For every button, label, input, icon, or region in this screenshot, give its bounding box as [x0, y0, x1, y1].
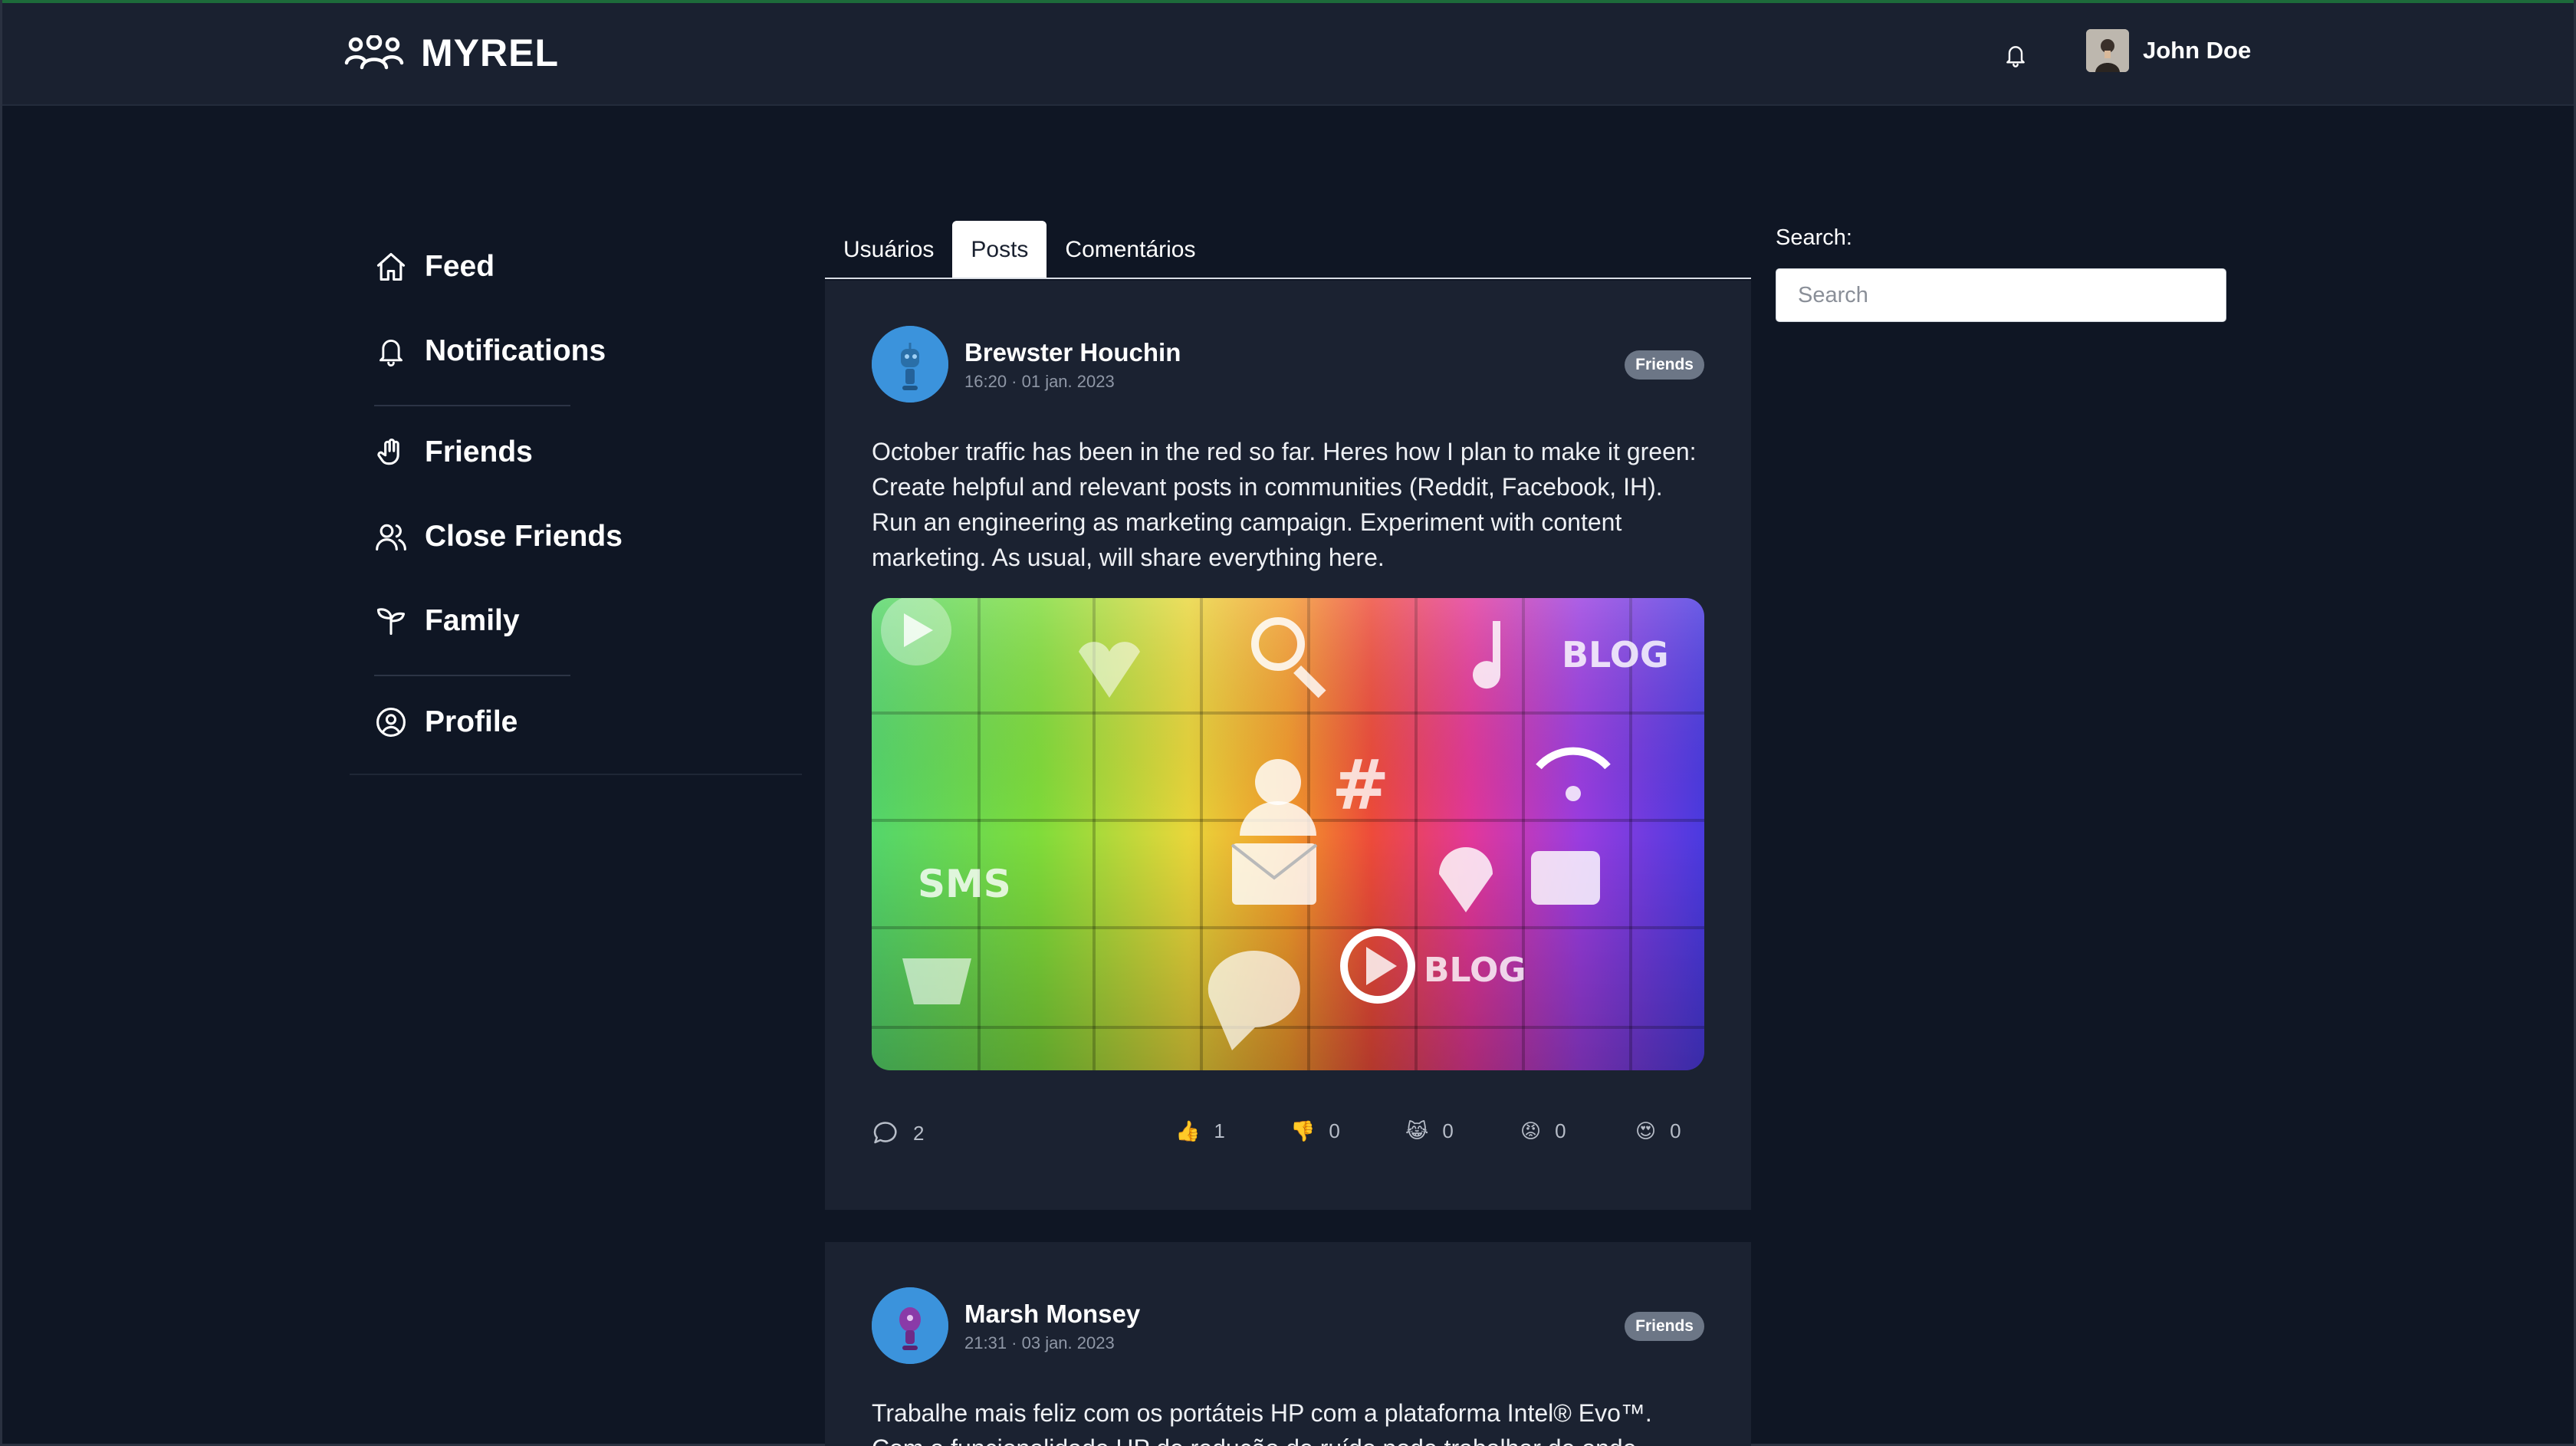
people-group-icon	[344, 35, 404, 70]
sidebar-divider	[374, 405, 570, 406]
window-frame-left	[0, 0, 2, 1446]
reaction-angry[interactable]: 😡 0	[1520, 1119, 1566, 1143]
post-author[interactable]: Brewster Houchin	[964, 338, 1181, 367]
user-menu[interactable]: John Doe	[2086, 29, 2251, 72]
top-header: MYREL John Doe	[2, 3, 2574, 106]
sidebar-item-label: Close Friends	[425, 520, 623, 553]
sprout-icon	[376, 608, 406, 636]
sidebar-divider	[374, 675, 570, 676]
user-name: John Doe	[2143, 37, 2252, 64]
sidebar-item-friends[interactable]: Friends	[374, 435, 533, 469]
reaction-like[interactable]: 👍 1	[1175, 1119, 1225, 1143]
sidebar-item-family[interactable]: Family	[374, 604, 520, 638]
reaction-count: 0	[1442, 1119, 1454, 1142]
svg-text:SMS: SMS	[918, 862, 1011, 906]
status-badge: Friends	[1625, 350, 1704, 380]
users-icon	[376, 524, 406, 551]
comment-bubble-icon	[873, 1122, 897, 1144]
tab-comentarios[interactable]: Comentários	[1046, 221, 1214, 278]
avatar	[2086, 29, 2129, 72]
thumbs-up-icon: 👍	[1175, 1119, 1201, 1142]
sidebar-item-notifications[interactable]: Notifications	[374, 334, 606, 368]
status-badge: Friends	[1625, 1312, 1704, 1341]
bell-icon	[380, 340, 402, 366]
app-name: MYREL	[421, 31, 559, 74]
sidebar-item-label: Notifications	[425, 334, 606, 367]
tab-usuarios[interactable]: Usuários	[825, 221, 952, 278]
sidebar-item-profile[interactable]: Profile	[374, 705, 518, 739]
post-text: Trabalhe mais feliz com os portáteis HP …	[872, 1399, 1652, 1446]
post-card: Brewster Houchin 16:20 · 01 jan. 2023 Fr…	[825, 281, 1751, 1210]
post-date: 16:20 · 01 jan. 2023	[964, 372, 1115, 391]
search-label: Search:	[1776, 225, 1852, 250]
reaction-count: 0	[1555, 1119, 1566, 1142]
post-card: Marsh Monsey 21:31 · 03 jan. 2023 Friend…	[825, 1242, 1751, 1446]
bell-icon	[2006, 46, 2025, 67]
sidebar-item-label: Friends	[425, 435, 533, 468]
reaction-count: 0	[1329, 1119, 1340, 1142]
sidebar-item-feed[interactable]: Feed	[374, 250, 495, 284]
reaction-laugh[interactable]: 😹 0	[1405, 1119, 1454, 1143]
sidebar-item-label: Profile	[425, 705, 518, 738]
home-icon	[376, 252, 406, 281]
thumbs-down-icon: 👎	[1290, 1119, 1316, 1142]
heart-eyes-icon: 😍	[1635, 1119, 1657, 1142]
angry-face-icon: 😡	[1520, 1119, 1542, 1142]
comment-count: 2	[913, 1121, 925, 1145]
author-avatar[interactable]	[872, 1287, 948, 1364]
search-input[interactable]	[1776, 268, 2226, 322]
laughing-cat-icon: 😹	[1405, 1119, 1429, 1142]
user-circle-icon	[376, 708, 406, 737]
content-tabs: Usuários Posts Comentários	[825, 221, 1751, 279]
post-image[interactable]: BLOG # SMS BLOG	[872, 598, 1704, 1070]
notifications-button[interactable]	[2003, 41, 2028, 73]
app-logo[interactable]: MYREL	[344, 31, 559, 75]
tab-posts[interactable]: Posts	[952, 221, 1047, 278]
post-stats: 2 👍 1 👎 0 😹 0 😡 0 😍 0	[872, 1119, 1704, 1153]
hand-icon	[377, 439, 399, 465]
post-author[interactable]: Marsh Monsey	[964, 1300, 1140, 1329]
sidebar-item-label: Feed	[425, 250, 495, 283]
svg-text:#: #	[1332, 745, 1389, 826]
reaction-dislike[interactable]: 👎 0	[1290, 1119, 1340, 1143]
reaction-count: 1	[1214, 1119, 1225, 1142]
sidebar-item-label: Family	[425, 604, 520, 637]
author-avatar[interactable]	[872, 326, 948, 403]
sidebar-item-close-friends[interactable]: Close Friends	[374, 520, 623, 554]
post-date: 21:31 · 03 jan. 2023	[964, 1333, 1115, 1352]
comments-button[interactable]: 2	[872, 1119, 924, 1147]
reaction-love[interactable]: 😍 0	[1635, 1119, 1681, 1143]
sidebar-bottom-divider	[350, 774, 802, 775]
svg-text:BLOG: BLOG	[1424, 951, 1526, 990]
reaction-count: 0	[1670, 1119, 1681, 1142]
post-text: October traffic has been in the red so f…	[872, 438, 1697, 571]
svg-text:BLOG: BLOG	[1562, 634, 1669, 675]
